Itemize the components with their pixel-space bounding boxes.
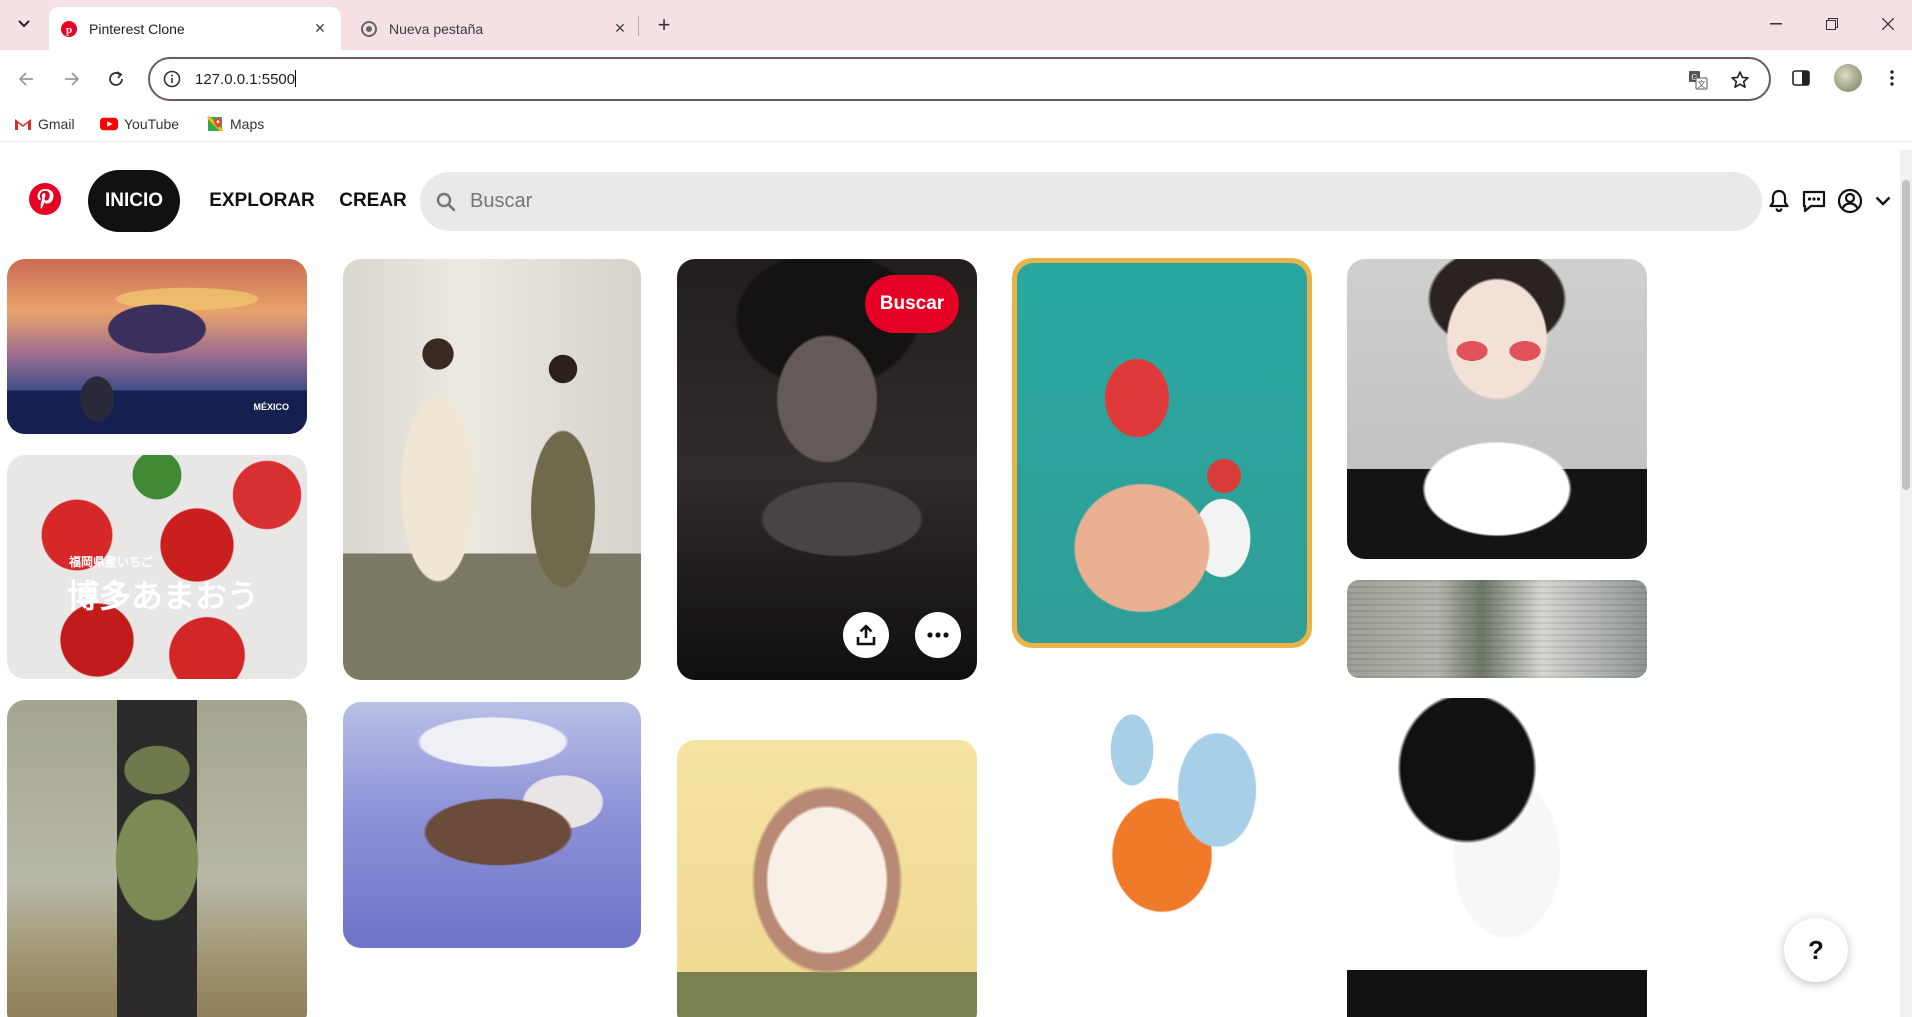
site-info-icon[interactable]	[162, 69, 182, 89]
pin-manga-girl[interactable]	[677, 740, 977, 1017]
svg-text:p: p	[66, 24, 72, 36]
pin-nana-smoking[interactable]	[1347, 698, 1647, 1017]
close-tab-icon[interactable]: ✕	[611, 20, 629, 38]
youtube-icon	[100, 117, 118, 131]
tab-pinterest-clone[interactable]: p Pinterest Clone ✕	[49, 7, 341, 50]
browser-menu-icon[interactable]	[1878, 64, 1906, 92]
tab-divider	[638, 16, 639, 36]
bookmark-youtube[interactable]: YouTube	[100, 116, 179, 132]
reload-icon[interactable]	[102, 65, 130, 93]
nav-home[interactable]: INICIO	[88, 170, 180, 232]
pinterest-favicon-icon: p	[61, 20, 77, 37]
messages-icon[interactable]	[1799, 186, 1829, 216]
pin-luchador-strawberry[interactable]	[1012, 258, 1312, 648]
scrollbar-thumb[interactable]	[1902, 180, 1910, 490]
search-icon	[434, 190, 458, 214]
profile-avatar[interactable]	[1834, 64, 1862, 92]
bookmark-gmail[interactable]: Gmail	[14, 116, 75, 132]
browser-tab-strip: p Pinterest Clone ✕ Nueva pestaña ✕ +	[0, 0, 1912, 50]
translate-icon[interactable]: G文	[1686, 68, 1710, 92]
pinterest-page: INICIO EXPLORAR CREAR MÉXICO 福岡県産いちご 博多あ…	[0, 150, 1912, 1017]
pin-sleeping-cat[interactable]	[343, 702, 641, 948]
side-panel-icon[interactable]	[1787, 64, 1815, 92]
pin-strawberries[interactable]: 福岡県産いちご 博多あまおう	[7, 455, 307, 679]
pin-caption: MÉXICO	[253, 402, 289, 412]
nav-explore[interactable]: EXPLORAR	[207, 170, 317, 232]
address-bar[interactable]: 127.0.0.1:5500 G文	[148, 57, 1771, 101]
pin-sea-creature[interactable]: MÉXICO	[7, 259, 307, 434]
pin-dark-illustration[interactable]: Buscar	[677, 259, 977, 680]
search-input[interactable]	[470, 172, 1740, 231]
page-scrollbar[interactable]	[1900, 150, 1912, 1017]
pin-frog[interactable]	[7, 700, 307, 1017]
bookmarks-bar: Gmail YouTube Maps	[0, 108, 1912, 142]
restore-icon[interactable]	[1814, 10, 1850, 38]
pin-caption-large: 博多あまおう	[67, 577, 260, 615]
maps-icon	[206, 115, 224, 133]
help-button[interactable]: ?	[1784, 918, 1848, 982]
forward-icon[interactable]	[58, 65, 86, 93]
search-bar	[420, 172, 1762, 231]
pin-vending-machines[interactable]	[1347, 580, 1647, 678]
pin-nana-sunglasses[interactable]	[1347, 259, 1647, 559]
pinterest-logo-icon[interactable]	[28, 182, 62, 216]
url-text[interactable]: 127.0.0.1:5500	[195, 70, 297, 88]
bookmark-maps[interactable]: Maps	[206, 115, 264, 133]
account-icon[interactable]	[1835, 186, 1865, 216]
chrome-favicon-icon	[361, 20, 377, 37]
back-icon[interactable]	[12, 65, 40, 93]
tab-search-button[interactable]	[10, 10, 38, 38]
tab-title: Pinterest Clone	[89, 20, 185, 37]
gmail-icon	[14, 117, 32, 131]
notifications-bell-icon[interactable]	[1764, 186, 1794, 216]
pin-butterfly-cat[interactable]	[1012, 670, 1312, 1017]
tab-title: Nueva pestaña	[389, 20, 484, 37]
svg-text:文: 文	[1698, 79, 1706, 89]
close-window-icon[interactable]	[1870, 10, 1906, 38]
new-tab-button[interactable]: +	[651, 12, 677, 38]
share-icon[interactable]	[843, 612, 889, 658]
more-options-icon[interactable]	[915, 612, 961, 658]
pin-fashion-duo[interactable]	[343, 259, 641, 680]
account-menu-chevron-icon[interactable]	[1871, 186, 1895, 216]
pin-save-button[interactable]: Buscar	[865, 275, 959, 333]
tab-nueva-pestana[interactable]: Nueva pestaña ✕	[349, 7, 641, 50]
close-tab-icon[interactable]: ✕	[311, 20, 329, 38]
pin-caption-small: 福岡県産いちご	[69, 555, 154, 569]
nav-create[interactable]: CREAR	[336, 170, 410, 232]
minimize-icon[interactable]	[1758, 10, 1794, 38]
bookmark-star-icon[interactable]	[1728, 68, 1752, 92]
chevron-down-icon	[18, 20, 30, 28]
